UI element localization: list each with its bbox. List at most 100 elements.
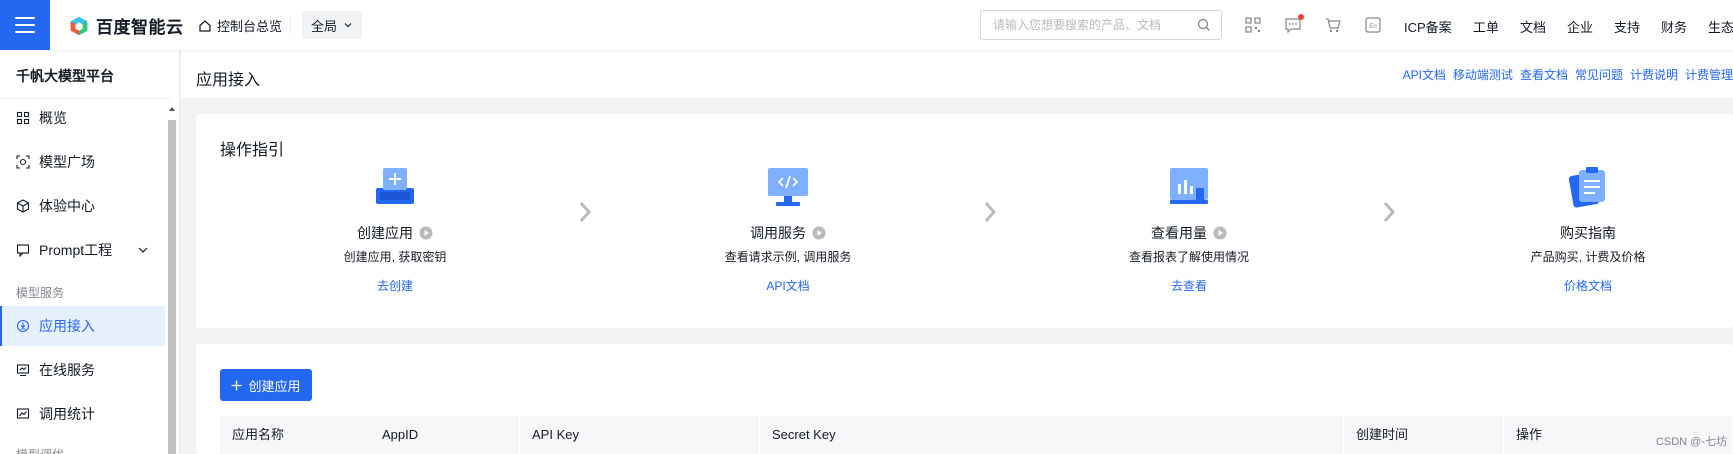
language-icon[interactable]: En: [1364, 16, 1382, 34]
app-access-icon: [16, 319, 30, 333]
go-view-link[interactable]: 去查看: [1171, 277, 1207, 294]
create-app-button[interactable]: 创建应用: [220, 369, 312, 401]
purchase-guide-illustration-icon: [1568, 167, 1605, 208]
guide-step-view-usage: 查看用量 查看报表了解使用情况 去查看: [1079, 164, 1299, 294]
guide-title: 操作指引: [220, 142, 285, 159]
column-header-appid[interactable]: AppID: [370, 416, 520, 454]
step-description: 查看报表了解使用情况: [1128, 250, 1249, 264]
sidebar-item-experience-center[interactable]: 体验中心: [0, 186, 165, 226]
column-header-created-time[interactable]: 创建时间: [1344, 416, 1504, 454]
menu-line: [15, 31, 35, 33]
watermark: CSDN @-七坊: [1655, 436, 1727, 448]
view-usage-illustration-icon: [1170, 168, 1208, 204]
chevron-right-icon: [579, 202, 592, 222]
model-icon: [16, 155, 30, 169]
cube-icon: [16, 199, 30, 213]
billing-desc-link[interactable]: 计费说明: [1630, 66, 1678, 83]
sidebar-item-label: Prompt工程: [39, 242, 113, 258]
page-header: 应用接入 API文档 移动端测试 查看文档 常见问题 计费说明 计费管理: [181, 50, 1733, 98]
cart-icon[interactable]: [1324, 16, 1342, 34]
plus-icon: [231, 380, 242, 390]
api-doc-step-link[interactable]: API文档: [766, 277, 809, 294]
scroll-up-arrow[interactable]: [168, 104, 176, 114]
step-name: 调用服务: [750, 225, 806, 241]
call-service-illustration-icon: [768, 168, 808, 206]
notification-dot: [1298, 14, 1304, 20]
create-app-illustration-icon: [376, 168, 414, 204]
sidebar-item-label: 在线服务: [39, 362, 95, 378]
sidebar-item-app-access[interactable]: 应用接入: [0, 306, 165, 346]
app-list-card: 创建应用 应用名称 AppID API Key Secret Key 创建时间 …: [196, 344, 1733, 454]
console-home-link[interactable]: 控制台总览: [198, 16, 282, 35]
sidebar-item-label: 应用接入: [39, 318, 95, 334]
console-home-label: 控制台总览: [217, 19, 283, 34]
chevron-down-icon: [344, 23, 352, 28]
play-video-icon[interactable]: [812, 226, 826, 240]
search-box[interactable]: [980, 10, 1222, 40]
chevron-right-icon: [984, 202, 997, 222]
view-doc-link[interactable]: 查看文档: [1520, 66, 1568, 83]
sidebar-group-label: 模型服务: [16, 286, 65, 300]
mobile-test-link[interactable]: 移动端测试: [1453, 66, 1513, 83]
online-service-icon: [16, 364, 30, 377]
step-name: 查看用量: [1151, 225, 1207, 241]
column-header-secret-key[interactable]: Secret Key: [760, 416, 1344, 454]
step-name: 创建应用: [357, 225, 413, 241]
hamburger-menu-button[interactable]: [0, 0, 50, 50]
sidebar-item-label: 概览: [39, 110, 67, 126]
page-title: 应用接入: [196, 72, 261, 89]
chevron-right-icon: [1383, 202, 1396, 222]
sidebar-scrollbar[interactable]: [168, 120, 176, 454]
sidebar-group-label-2: 模型调优: [16, 446, 64, 454]
sidebar-title: 千帆大模型平台: [16, 68, 114, 84]
sidebar-item-label: 调用统计: [39, 406, 95, 422]
grid-icon: [16, 111, 30, 125]
create-app-label: 创建应用: [248, 378, 301, 394]
play-video-icon[interactable]: [419, 226, 433, 240]
operation-guide-card: 操作指引 创建应用 创建应用, 获取密钥 去创建 调用服务 查看请求示例, 调用…: [196, 114, 1733, 328]
logo-text: 百度智能云: [96, 18, 184, 37]
ticket-link[interactable]: 工单: [1473, 17, 1499, 36]
qr-code-icon[interactable]: [1244, 16, 1262, 34]
go-create-link[interactable]: 去创建: [377, 277, 413, 294]
sidebar-item-prompt[interactable]: Prompt工程: [0, 230, 165, 270]
faq-link[interactable]: 常见问题: [1575, 66, 1623, 83]
sidebar: 千帆大模型平台 概览 模型广场 体验中心 Prompt工程 模型服务 应用接入 …: [0, 50, 180, 454]
sidebar-item-overview[interactable]: 概览: [0, 98, 165, 138]
api-doc-link[interactable]: API文档: [1403, 66, 1446, 83]
icp-link[interactable]: ICP备案: [1404, 17, 1452, 36]
enterprise-link[interactable]: 企业: [1567, 17, 1593, 36]
cloud-logo-icon: [70, 16, 88, 35]
docs-link[interactable]: 文档: [1520, 17, 1546, 36]
search-icon[interactable]: [1197, 18, 1211, 32]
column-header-api-key[interactable]: API Key: [520, 416, 760, 454]
sidebar-item-model-square[interactable]: 模型广场: [0, 142, 165, 182]
step-description: 查看请求示例, 调用服务: [724, 250, 852, 264]
search-input[interactable]: [993, 18, 1183, 32]
billing-manage-link[interactable]: 计费管理: [1685, 66, 1733, 83]
baidu-cloud-logo[interactable]: 百度智能云: [68, 13, 184, 38]
header-links: API文档 移动端测试 查看文档 常见问题 计费说明 计费管理: [1403, 66, 1733, 83]
guide-step-create-app: 创建应用 创建应用, 获取密钥 去创建: [285, 164, 505, 294]
sidebar-item-label: 模型广场: [39, 154, 95, 170]
sidebar-item-online-service[interactable]: 在线服务: [0, 350, 165, 390]
svg-text:En: En: [1369, 24, 1376, 30]
chevron-down-icon: [138, 247, 148, 253]
home-icon: [199, 19, 211, 32]
top-navigation-bar: 百度智能云 控制台总览 全局 En ICP备案 工单 文档 企业 支持 财务 生…: [0, 0, 1733, 50]
menu-line: [15, 17, 35, 19]
table-header: 应用名称 AppID API Key Secret Key 创建时间 操作: [220, 416, 1733, 454]
ecosystem-link[interactable]: 生态: [1708, 17, 1733, 36]
topbar-divider: [290, 16, 291, 34]
sidebar-item-call-stats[interactable]: 调用统计: [0, 394, 165, 434]
step-description: 产品购买, 计费及价格: [1530, 250, 1646, 264]
region-label: 全局: [310, 18, 337, 34]
price-doc-link[interactable]: 价格文档: [1564, 277, 1612, 294]
play-video-icon[interactable]: [1213, 226, 1227, 240]
column-header-app-name[interactable]: 应用名称: [220, 416, 370, 454]
step-description: 创建应用, 获取密钥: [343, 250, 447, 264]
support-link[interactable]: 支持: [1614, 17, 1640, 36]
region-selector[interactable]: 全局: [302, 11, 362, 39]
message-button[interactable]: [1284, 14, 1304, 34]
finance-link[interactable]: 财务: [1661, 17, 1687, 36]
